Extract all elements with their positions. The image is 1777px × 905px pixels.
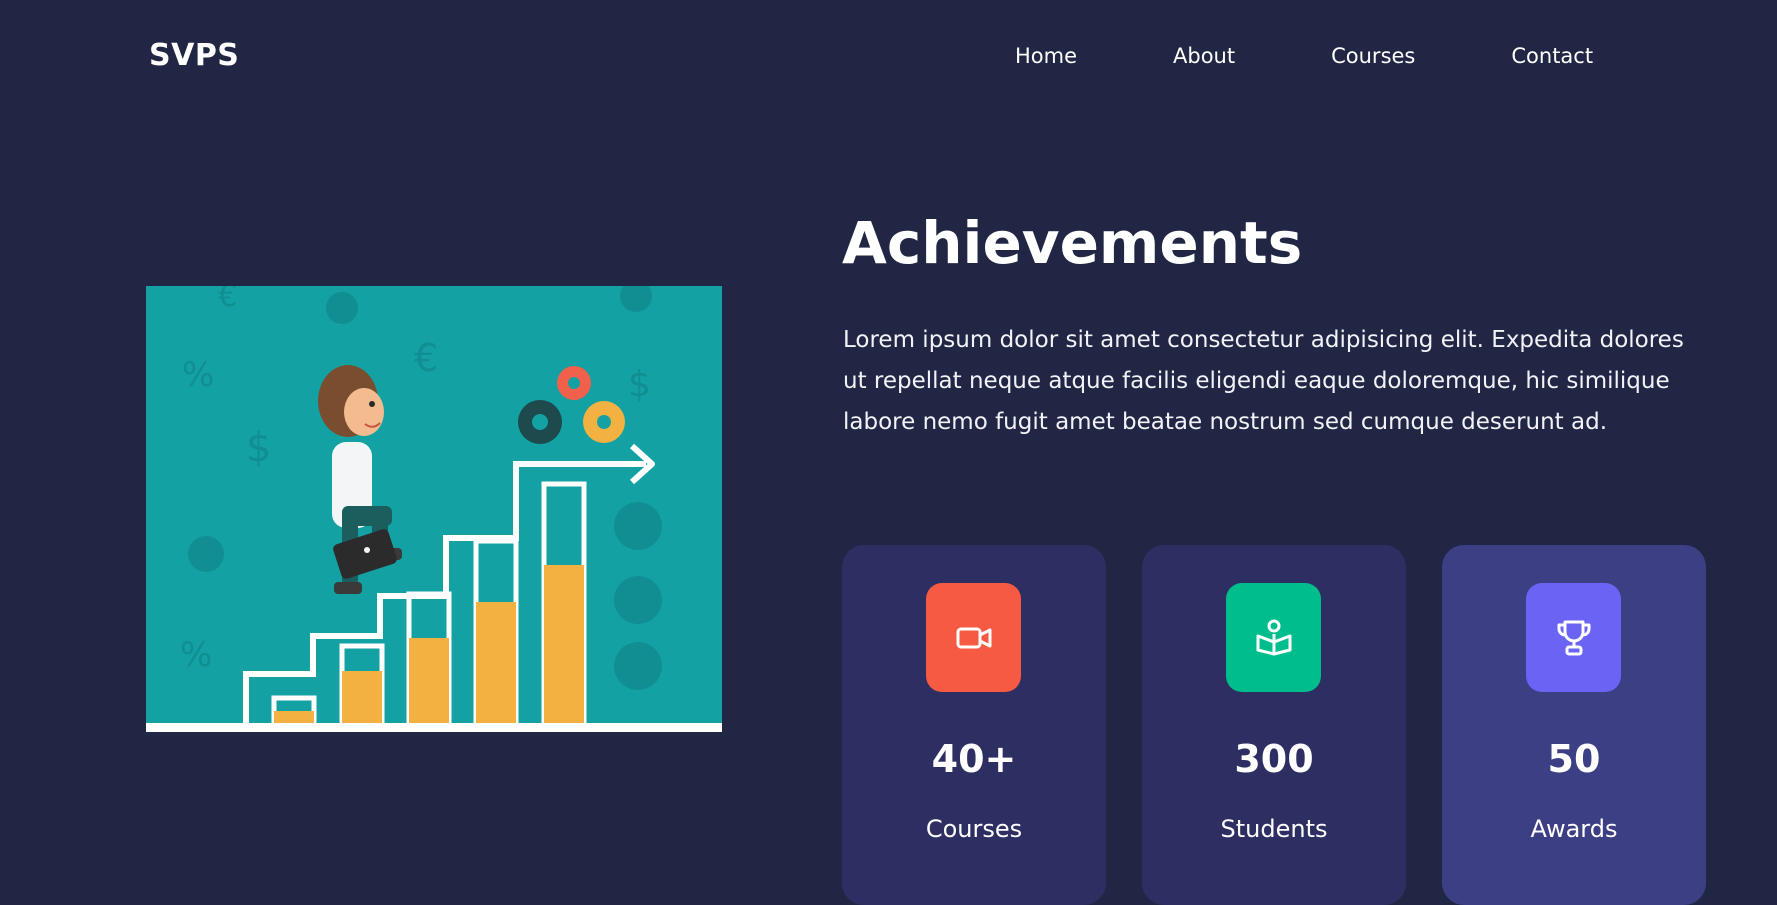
nav-link-courses[interactable]: Courses [1331, 44, 1415, 68]
nav-link-contact[interactable]: Contact [1511, 44, 1593, 68]
svg-text:€: € [414, 336, 438, 380]
stat-label: Courses [925, 815, 1023, 843]
trophy-icon [1526, 583, 1621, 692]
logo[interactable]: SVPS [149, 38, 239, 73]
svg-text:$: $ [628, 364, 651, 405]
page-title: Achievements [842, 209, 1303, 277]
stat-label: Awards [1530, 815, 1618, 843]
stats-cards: 40+ Courses 300 Students 50 Awards [842, 545, 1706, 905]
svg-text:%: % [180, 635, 212, 675]
main-nav: Home About Courses Contact [1015, 44, 1593, 68]
stat-card-awards: 50 Awards [1442, 545, 1706, 905]
stat-label: Students [1220, 815, 1328, 843]
svg-text:$: $ [246, 425, 271, 471]
stat-value: 40+ [931, 737, 1017, 781]
student-reading-icon [1226, 583, 1321, 692]
nav-link-about[interactable]: About [1173, 44, 1235, 68]
stat-card-students: 300 Students [1142, 545, 1406, 905]
svg-text:€: € [218, 286, 237, 314]
stat-card-courses: 40+ Courses [842, 545, 1106, 905]
section-description: Lorem ipsum dolor sit amet consectetur a… [843, 327, 1684, 435]
video-camera-icon [926, 583, 1021, 692]
career-growth-illustration: % $ € $ % € [146, 286, 722, 732]
stat-value: 300 [1234, 737, 1314, 781]
svg-text:%: % [182, 355, 214, 395]
nav-link-home[interactable]: Home [1015, 44, 1077, 68]
stat-value: 50 [1547, 737, 1601, 781]
